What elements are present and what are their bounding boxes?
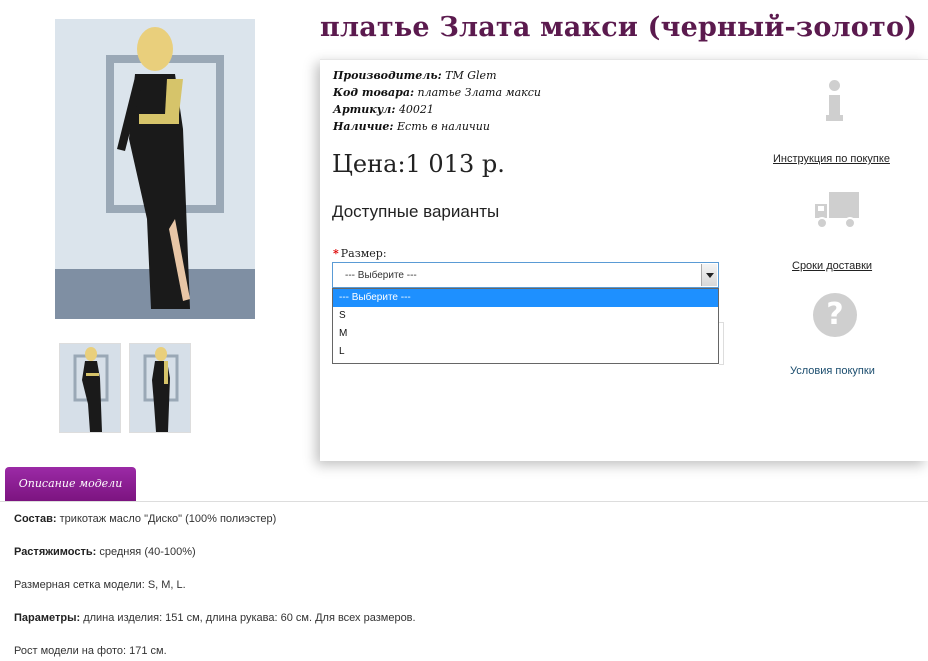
size-select[interactable]: --- Выберите --- (332, 262, 719, 288)
truck-icon (813, 190, 861, 232)
size-dropdown-list[interactable]: --- Выберите --- S M L (332, 288, 719, 364)
composition-label: Состав: (14, 513, 57, 525)
chevron-down-icon[interactable] (701, 264, 717, 286)
size-option[interactable]: --- Выберите --- (333, 289, 718, 307)
size-label: * Размер: (333, 247, 387, 260)
product-meta: Производитель: ТМ Glem Код товара: плать… (333, 67, 541, 135)
stretch-label: Растяжимость: (14, 546, 97, 558)
purchase-conditions-link[interactable]: Условия покупки (790, 365, 875, 377)
thumbnail-illustration (130, 344, 190, 432)
question-icon: ? (813, 293, 857, 337)
sku-label: Артикул: (333, 103, 396, 116)
info-icon-dot (829, 80, 840, 91)
product-code-row: Код товара: платье Злата макси (333, 84, 541, 101)
info-icon-bar (829, 95, 840, 117)
manufacturer-row: Производитель: ТМ Glem (333, 67, 541, 84)
stretch-value: средняя (40-100%) (99, 546, 196, 558)
size-label-text: Размер: (340, 247, 387, 260)
params-label: Параметры: (14, 612, 81, 624)
params-value: длина изделия: 151 см, длина рукава: 60 … (83, 612, 416, 624)
truck-icon-svg (815, 192, 859, 229)
delivery-terms-link[interactable]: Сроки доставки (792, 260, 872, 272)
availability-label: Наличие: (333, 120, 394, 133)
instructions-link[interactable]: Инструкция по покупке (773, 153, 890, 165)
availability-row: Наличие: Есть в наличии (333, 118, 541, 135)
description-sizes: Размерная сетка модели: S, M, L. (14, 579, 186, 591)
tab-model-description[interactable]: Описание модели (5, 467, 136, 501)
size-option[interactable]: L (333, 343, 718, 361)
size-option[interactable]: S (333, 307, 718, 325)
manufacturer-label: Производитель: (333, 69, 442, 82)
thumbnail-illustration (60, 344, 120, 432)
product-thumbnail-1[interactable] (59, 343, 121, 433)
required-mark: * (333, 247, 339, 260)
info-icon (824, 80, 846, 122)
product-photo-illustration (55, 19, 255, 319)
product-info-panel: Производитель: ТМ Glem Код товара: плать… (320, 59, 928, 461)
product-price: Цена:1 013 р. (332, 150, 505, 178)
tab-divider (0, 501, 928, 502)
product-code-value: платье Злата макси (417, 86, 541, 99)
composition-value: трикотаж масло "Диско" (100% полиэстер) (59, 513, 277, 525)
size-select-value: --- Выберите --- (345, 270, 417, 281)
info-icon-base (826, 115, 843, 121)
sku-row: Артикул: 40021 (333, 101, 541, 118)
size-option[interactable]: M (333, 325, 718, 343)
sku-value: 40021 (398, 103, 434, 116)
product-code-label: Код товара: (333, 86, 415, 99)
product-main-image[interactable] (55, 19, 255, 319)
manufacturer-value[interactable]: ТМ Glem (445, 69, 496, 82)
availability-value: Есть в наличии (397, 120, 490, 133)
product-title: платье Злата макси (черный-золото) (320, 12, 918, 43)
description-params: Параметры: длина изделия: 151 см, длина … (14, 612, 416, 624)
variants-title: Доступные варианты (332, 202, 500, 221)
description-model-height: Рост модели на фото: 171 см. (14, 645, 167, 657)
product-thumbnail-2[interactable] (129, 343, 191, 433)
hidden-box-edge (719, 322, 724, 365)
description-composition: Состав: трикотаж масло "Диско" (100% пол… (14, 513, 276, 525)
description-stretch: Растяжимость: средняя (40-100%) (14, 546, 196, 558)
